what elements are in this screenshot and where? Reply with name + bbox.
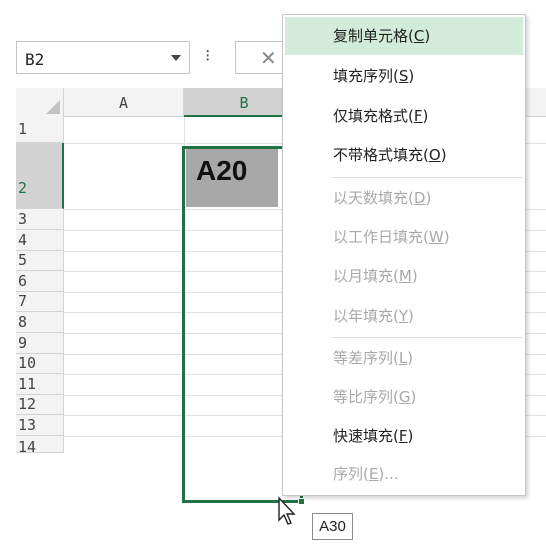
menu-item-fill-series[interactable]: 填充序列(S)	[285, 57, 523, 95]
menu-item-fill-weekdays[interactable]: 以工作日填充(W)	[285, 218, 523, 256]
row-header-8[interactable]: 8	[16, 312, 64, 333]
menu-item-shortcut: F	[413, 107, 423, 125]
column-header-a[interactable]: A	[64, 88, 184, 117]
menu-item-label: 快速填充	[333, 427, 394, 445]
menu-item-fill-without-formatting[interactable]: 不带格式填充(O)	[285, 136, 523, 174]
menu-item-shortcut: O	[428, 146, 441, 164]
autofill-options-menu: 复制单元格(C) 填充序列(S) 仅填充格式(F) 不带格式填充(O) 以天数填…	[282, 14, 526, 496]
menu-item-label: 不带格式填充	[333, 146, 424, 164]
fill-value-tooltip: A30	[312, 513, 353, 540]
menu-item-shortcut: S	[398, 67, 409, 85]
menu-separator	[331, 337, 523, 338]
select-all-icon	[46, 100, 60, 114]
menu-item-label: 复制单元格	[333, 27, 409, 45]
menu-item-label: 等比序列	[333, 388, 394, 406]
menu-item-growth-trend[interactable]: 等比序列(G)	[285, 378, 523, 416]
close-icon: ✕	[260, 46, 277, 70]
menu-item-ellipsis: ...	[384, 465, 399, 483]
menu-item-label: 仅填充格式	[333, 107, 409, 125]
menu-separator	[331, 177, 523, 178]
menu-item-copy-cells[interactable]: 复制单元格(C)	[285, 17, 523, 55]
menu-item-fill-months[interactable]: 以月填充(M)	[285, 257, 523, 295]
row-header-9[interactable]: 9	[16, 333, 64, 354]
menu-item-fill-formatting-only[interactable]: 仅填充格式(F)	[285, 97, 523, 135]
menu-item-label: 以月填充	[333, 267, 394, 285]
menu-item-shortcut: E	[368, 465, 379, 483]
menu-item-label: 等差序列	[333, 349, 394, 367]
mouse-pointer-icon	[278, 496, 296, 525]
menu-item-shortcut: G	[398, 388, 411, 406]
menu-item-flash-fill[interactable]: 快速填充(F)	[285, 417, 523, 455]
menu-item-shortcut: Y	[398, 307, 409, 325]
menu-item-shortcut: W	[428, 228, 444, 246]
menu-item-fill-years[interactable]: 以年填充(Y)	[285, 297, 523, 335]
menu-item-shortcut: F	[398, 427, 408, 445]
more-options-icon[interactable]: ⁝	[205, 46, 210, 66]
menu-item-label: 以工作日填充	[333, 228, 424, 246]
menu-item-series[interactable]: 序列(E)...	[285, 455, 523, 493]
row-header-4[interactable]: 4	[16, 230, 64, 251]
menu-item-linear-trend[interactable]: 等差序列(L)	[285, 339, 523, 377]
select-all-button[interactable]	[16, 88, 64, 117]
row-header-12[interactable]: 12	[16, 395, 64, 415]
menu-item-fill-days[interactable]: 以天数填充(D)	[285, 179, 523, 217]
menu-item-label: 序列	[333, 465, 364, 483]
menu-item-label: 以天数填充	[333, 189, 409, 207]
name-box[interactable]: B2	[16, 41, 190, 74]
menu-item-shortcut: C	[413, 27, 425, 45]
menu-item-label: 以年填充	[333, 307, 394, 325]
menu-item-shortcut: L	[398, 349, 408, 367]
menu-item-shortcut: D	[413, 189, 426, 207]
row-header-5[interactable]: 5	[16, 251, 64, 271]
row-header-6[interactable]: 6	[16, 271, 64, 292]
name-box-value: B2	[25, 50, 45, 69]
row-header-7[interactable]: 7	[16, 292, 64, 312]
row-header-3[interactable]: 3	[16, 209, 64, 230]
row-header-13[interactable]: 13	[16, 415, 64, 436]
row-header-2[interactable]: 2	[16, 143, 64, 209]
row-header-11[interactable]: 11	[16, 374, 64, 395]
chevron-down-icon[interactable]	[171, 55, 181, 61]
menu-item-shortcut: M	[398, 267, 412, 285]
row-header-14[interactable]: 14	[16, 436, 64, 453]
row-header-10[interactable]: 10	[16, 354, 64, 374]
menu-item-label: 填充序列	[333, 67, 394, 85]
row-header-1[interactable]: 1	[16, 117, 64, 143]
